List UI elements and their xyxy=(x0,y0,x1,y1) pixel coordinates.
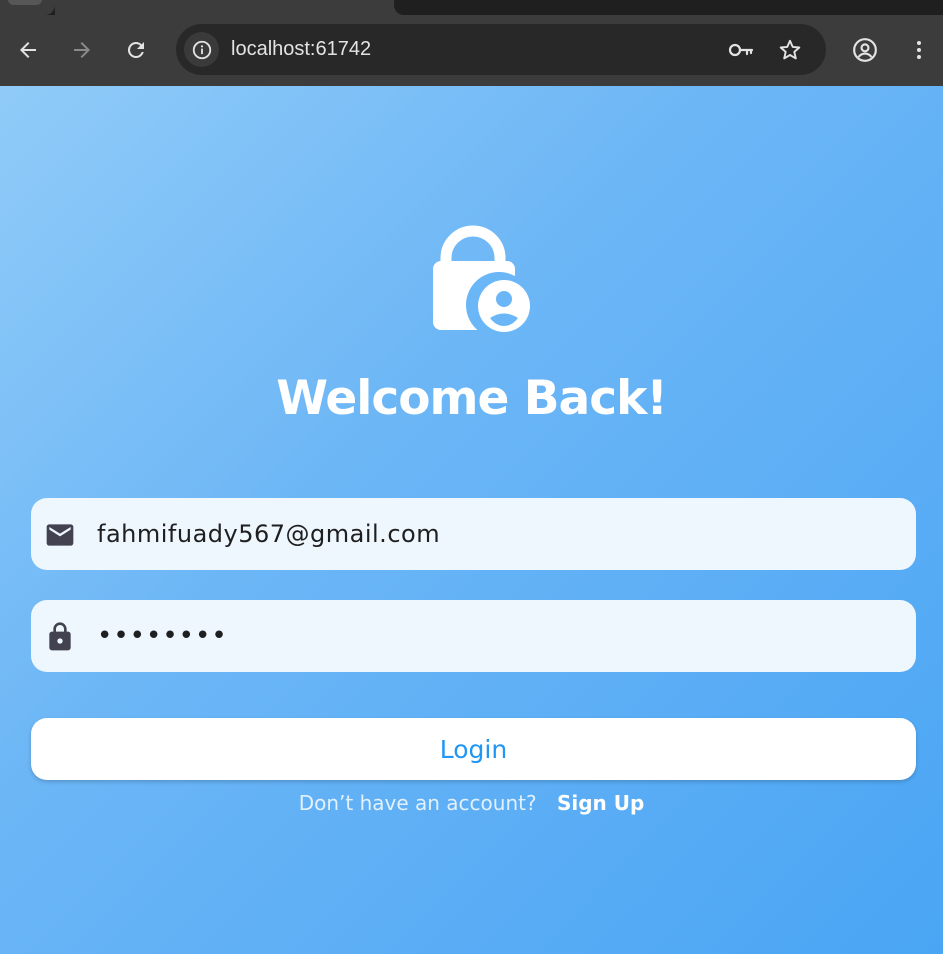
email-icon xyxy=(46,524,74,546)
password-input[interactable] xyxy=(97,600,897,672)
account-circle-icon xyxy=(853,38,877,62)
arrow-right-icon xyxy=(74,42,90,58)
lock-person-icon xyxy=(433,225,530,336)
forward-button[interactable] xyxy=(67,35,97,65)
passwords-button[interactable] xyxy=(727,36,755,64)
email-field[interactable] xyxy=(31,498,916,570)
tab-strip-background xyxy=(55,0,406,15)
back-button[interactable] xyxy=(13,35,43,65)
site-info-button[interactable] xyxy=(184,32,219,67)
password-field[interactable] xyxy=(31,600,916,672)
login-page: Welcome Back! Login Don’t have an accoun… xyxy=(0,86,943,954)
info-icon xyxy=(192,40,211,59)
browser-menu-button[interactable] xyxy=(904,35,934,65)
bookmark-button[interactable] xyxy=(776,36,804,64)
active-tab[interactable] xyxy=(0,0,55,15)
page-title: Welcome Back! xyxy=(276,371,668,426)
email-input[interactable] xyxy=(97,498,897,570)
key-icon xyxy=(728,43,754,57)
signup-row: Don’t have an account? Sign Up xyxy=(0,791,943,815)
url-text[interactable]: localhost:61742 xyxy=(231,24,371,75)
tab-strip xyxy=(0,0,943,15)
signup-prompt: Don’t have an account? xyxy=(298,791,537,815)
lock-icon xyxy=(49,622,71,651)
reload-icon xyxy=(127,41,144,58)
browser-toolbar: localhost:61742 xyxy=(0,15,943,86)
profile-button[interactable] xyxy=(850,35,880,65)
arrow-left-icon xyxy=(20,42,36,58)
signup-link[interactable]: Sign Up xyxy=(557,791,644,815)
kebab-menu-icon xyxy=(917,41,921,59)
star-icon xyxy=(779,39,801,60)
login-button[interactable]: Login xyxy=(31,718,916,780)
reload-button[interactable] xyxy=(121,35,151,65)
address-bar[interactable]: localhost:61742 xyxy=(176,24,826,75)
